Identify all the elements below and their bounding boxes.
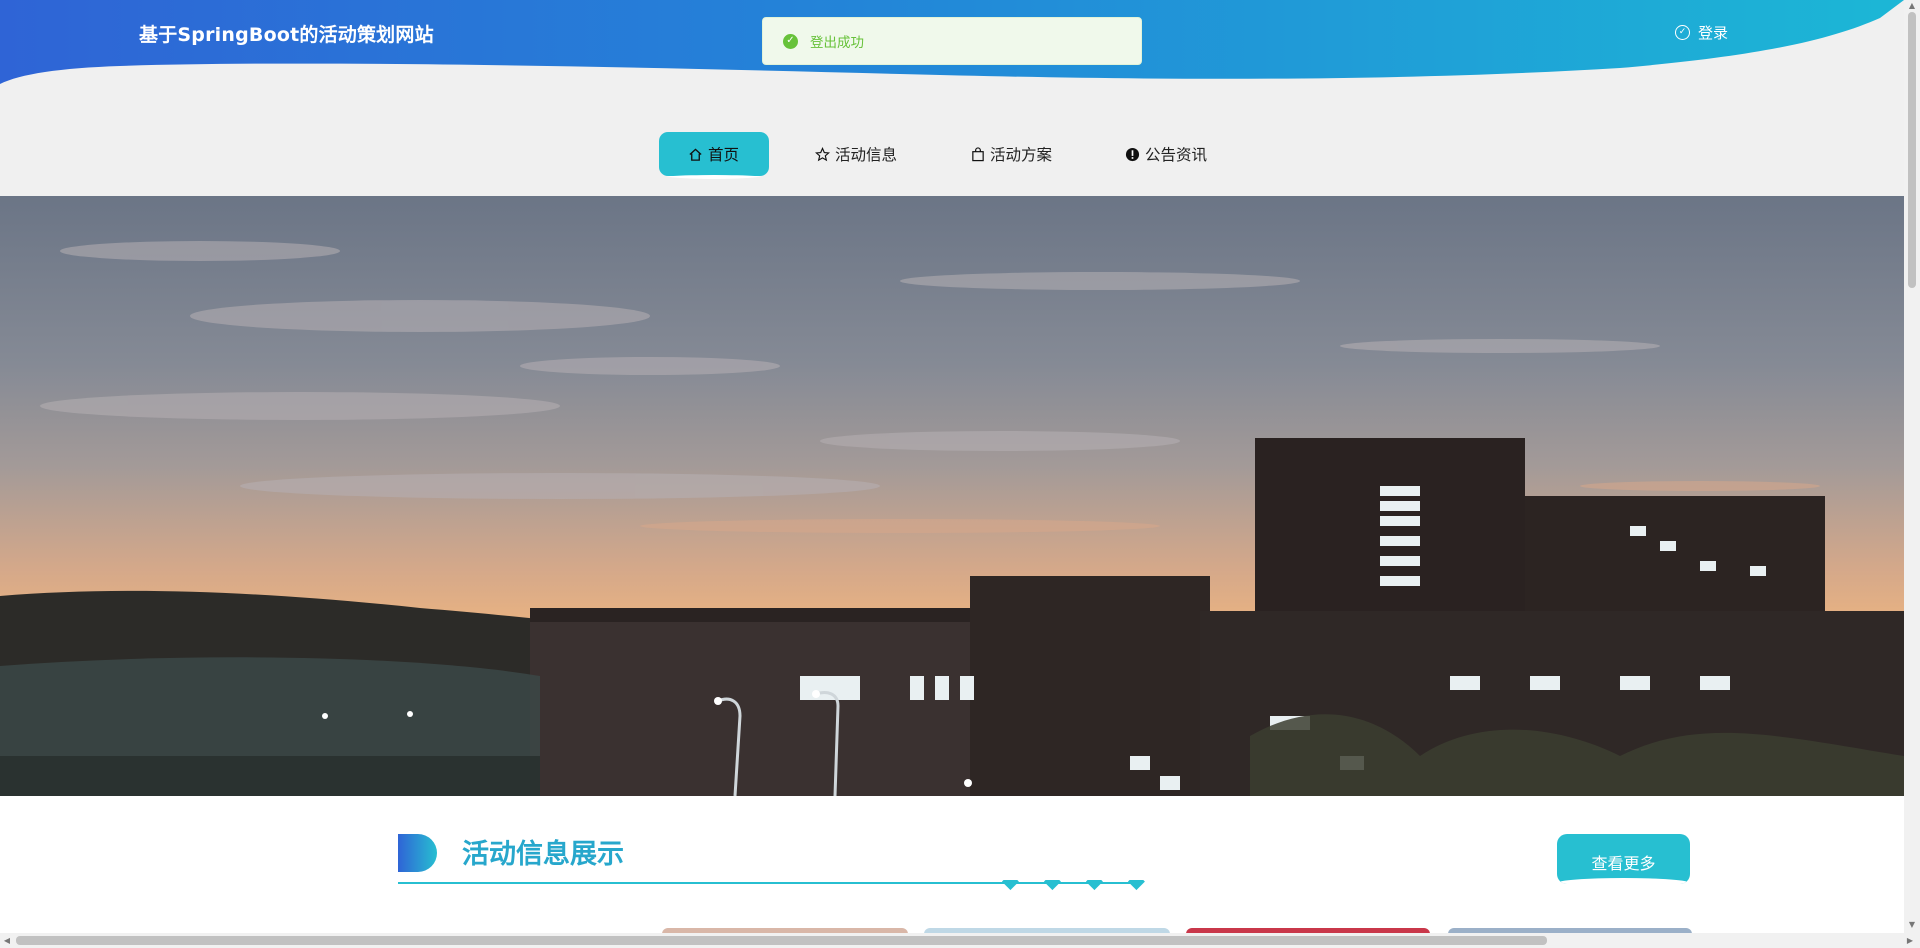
home-icon [689,147,702,161]
nav-item-activity-plan[interactable]: 活动方案 [971,132,1052,176]
nav-item-label: 活动信息 [835,146,898,164]
nav-item-announcements[interactable]: 公告资讯 [1125,132,1207,176]
success-toast: ✓ 登出成功 [762,17,1142,65]
check-circle-icon: ✓ [1675,25,1690,40]
nav-item-home[interactable]: 首页 [659,132,770,176]
toast-message: 登出成功 [810,35,864,51]
site-title: 基于SpringBoot的活动策划网站 [139,24,434,46]
banner-carousel[interactable] [0,196,1904,796]
bag-icon [972,146,984,161]
scroll-right-icon[interactable]: ▶ [1906,936,1914,945]
banner-image [0,241,1904,796]
section-title: 活动信息展示 [462,839,624,870]
scroll-up-icon[interactable]: ▲ [1908,2,1916,10]
login-link[interactable]: ✓ 登录 [1675,22,1728,43]
main-nav: 首页 活动信息 活动方案 公告资讯 [0,130,1904,184]
scroll-left-icon[interactable]: ◀ [3,936,11,945]
login-label: 登录 [1698,24,1729,42]
horizontal-scroll-thumb[interactable] [16,936,1547,945]
nav-item-label: 活动方案 [990,146,1053,164]
view-more-label: 查看更多 [1591,854,1656,873]
vertical-scroll-thumb[interactable] [1908,12,1916,288]
nav-item-activity-info[interactable]: 活动信息 [815,132,897,176]
info-circle-icon [1125,147,1140,161]
carousel-indicator-dot[interactable] [964,779,972,787]
section-divider [398,880,1145,891]
success-check-icon: ✓ [783,33,798,49]
scroll-down-icon[interactable]: ▼ [1908,921,1916,929]
horizontal-scrollbar[interactable]: ◀ ▶ [0,933,1920,948]
vertical-scrollbar[interactable]: ▲ ▼ [1904,0,1920,933]
nav-item-label: 首页 [708,146,740,164]
star-icon [815,146,830,161]
nav-item-label: 公告资讯 [1145,146,1208,164]
view-more-button[interactable]: 查看更多 [1557,834,1690,884]
section-title-icon [398,834,437,872]
